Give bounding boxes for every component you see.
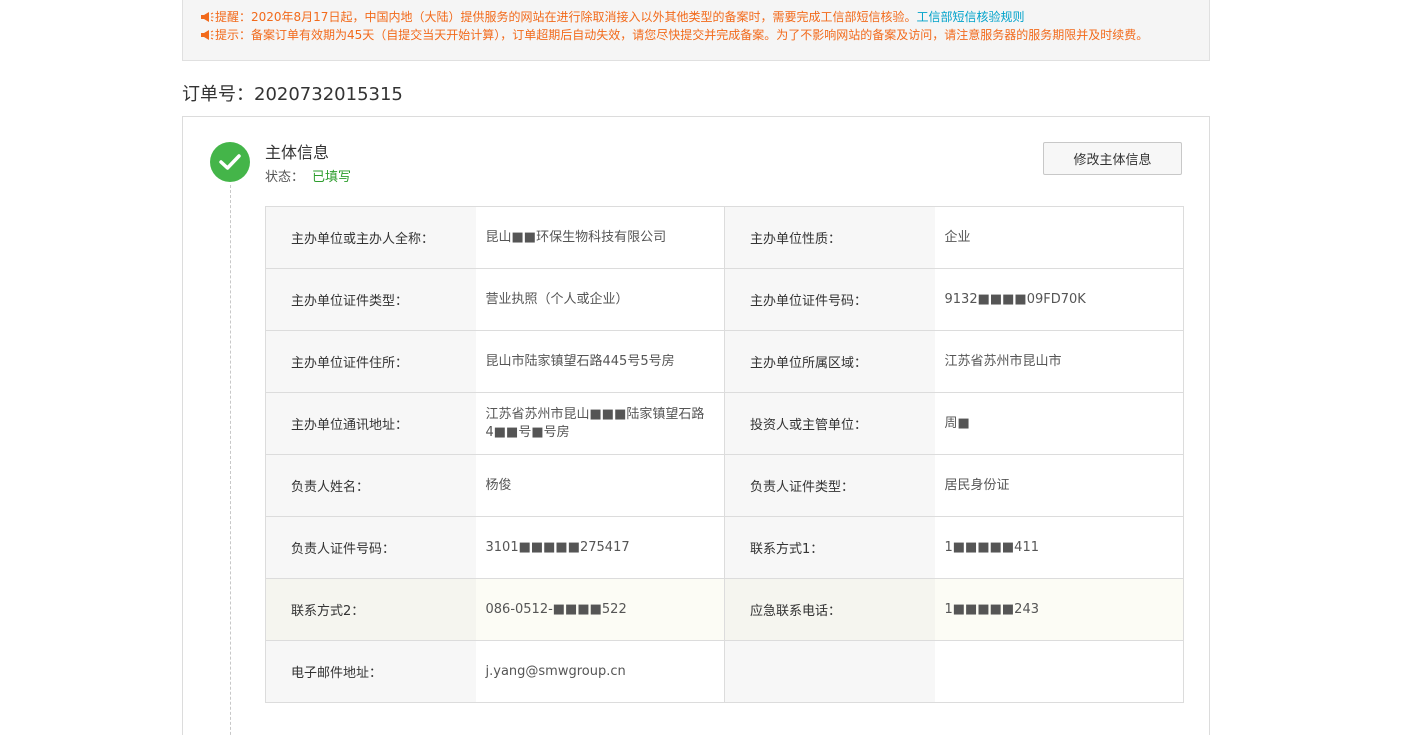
field-label: 主办单位性质：: [724, 206, 935, 269]
status-value: 已填写: [312, 170, 352, 185]
table-row: 联系方式2： 086-0512-■■■■522 应急联系电话： 1■■■■■24…: [265, 578, 1184, 641]
check-circle-icon: [210, 142, 250, 182]
notice-line-2: 提示：备案订单有效期为45天（自提交当天开始计算），订单超期后自动失效，请您尽快…: [200, 26, 1209, 44]
field-value: 杨俊: [475, 454, 725, 517]
notice-line-1: 提醒：2020年8月17日起，中国内地（大陆）提供服务的网站在进行除取消接入以外…: [200, 8, 1209, 26]
sms-verification-rules-link[interactable]: 工信部短信核验规则: [916, 8, 1024, 26]
field-value: [934, 640, 1184, 703]
field-value: 1■■■■■243: [934, 578, 1184, 641]
field-value: 居民身份证: [934, 454, 1184, 517]
field-label: 主办单位证件住所：: [265, 330, 476, 393]
field-value: j.yang@smwgroup.cn: [475, 640, 725, 703]
entity-info-panel: 主体信息 状态： 已填写 修改主体信息 主办单位或主办人全称： 昆山■■环保生物科…: [182, 116, 1210, 735]
field-label: 投资人或主管单位：: [724, 392, 935, 455]
field-label: 负责人证件类型：: [724, 454, 935, 517]
table-row: 主办单位证件类型： 营业执照（个人或企业） 主办单位证件号码： 9132■■■■…: [265, 268, 1184, 331]
field-value: 营业执照（个人或企业）: [475, 268, 725, 331]
megaphone-icon: [200, 29, 214, 41]
field-value: 086-0512-■■■■522: [475, 578, 725, 641]
field-value: 企业: [934, 206, 1184, 269]
megaphone-icon: [200, 11, 214, 23]
entity-info-table: 主办单位或主办人全称： 昆山■■环保生物科技有限公司 主办单位性质： 企业 主办…: [265, 206, 1184, 703]
field-label: 主办单位通讯地址：: [265, 392, 476, 455]
field-value: 昆山■■环保生物科技有限公司: [475, 206, 725, 269]
field-value: 昆山市陆家镇望石路445号5号房: [475, 330, 725, 393]
field-label: 主办单位或主办人全称：: [265, 206, 476, 269]
field-label: 主办单位所属区域：: [724, 330, 935, 393]
field-label: 负责人姓名：: [265, 454, 476, 517]
field-value: 9132■■■■09FD70K: [934, 268, 1184, 331]
field-label: 应急联系电话：: [724, 578, 935, 641]
field-value: 周■: [934, 392, 1184, 455]
field-label: 主办单位证件号码：: [724, 268, 935, 331]
status-row: 状态： 已填写: [265, 166, 351, 185]
table-row: 主办单位证件住所： 昆山市陆家镇望石路445号5号房 主办单位所属区域： 江苏省…: [265, 330, 1184, 393]
field-label: 主办单位证件类型：: [265, 268, 476, 331]
status-label: 状态：: [265, 170, 305, 185]
order-number-value: 2020732015315: [254, 84, 403, 105]
field-label: [724, 640, 935, 703]
notice-text-2: 提示：备案订单有效期为45天（自提交当天开始计算），订单超期后自动失效，请您尽快…: [215, 28, 1149, 42]
table-row: 主办单位通讯地址： 江苏省苏州市昆山■■■陆家镇望石路4■■号■号房 投资人或主…: [265, 392, 1184, 455]
field-value: 1■■■■■411: [934, 516, 1184, 579]
order-number: 订单号：2020732015315: [182, 82, 403, 108]
table-row: 电子邮件地址： j.yang@smwgroup.cn: [265, 640, 1184, 703]
field-label: 联系方式2：: [265, 578, 476, 641]
table-row: 主办单位或主办人全称： 昆山■■环保生物科技有限公司 主办单位性质： 企业: [265, 206, 1184, 269]
field-value: 江苏省苏州市昆山市: [934, 330, 1184, 393]
field-label: 电子邮件地址：: [265, 640, 476, 703]
section-title: 主体信息: [265, 143, 330, 162]
field-value: 江苏省苏州市昆山■■■陆家镇望石路4■■号■号房: [475, 392, 725, 455]
order-number-label: 订单号：: [182, 84, 254, 105]
timeline-line: [230, 185, 231, 735]
field-label: 联系方式1：: [724, 516, 935, 579]
edit-entity-info-button[interactable]: 修改主体信息: [1043, 142, 1182, 175]
notice-box: 提醒：2020年8月17日起，中国内地（大陆）提供服务的网站在进行除取消接入以外…: [182, 0, 1210, 61]
table-row: 负责人姓名： 杨俊 负责人证件类型： 居民身份证: [265, 454, 1184, 517]
notice-text-1: 提醒：2020年8月17日起，中国内地（大陆）提供服务的网站在进行除取消接入以外…: [215, 10, 917, 24]
field-label: 负责人证件号码：: [265, 516, 476, 579]
table-row: 负责人证件号码： 3101■■■■■275417 联系方式1： 1■■■■■41…: [265, 516, 1184, 579]
field-value: 3101■■■■■275417: [475, 516, 725, 579]
